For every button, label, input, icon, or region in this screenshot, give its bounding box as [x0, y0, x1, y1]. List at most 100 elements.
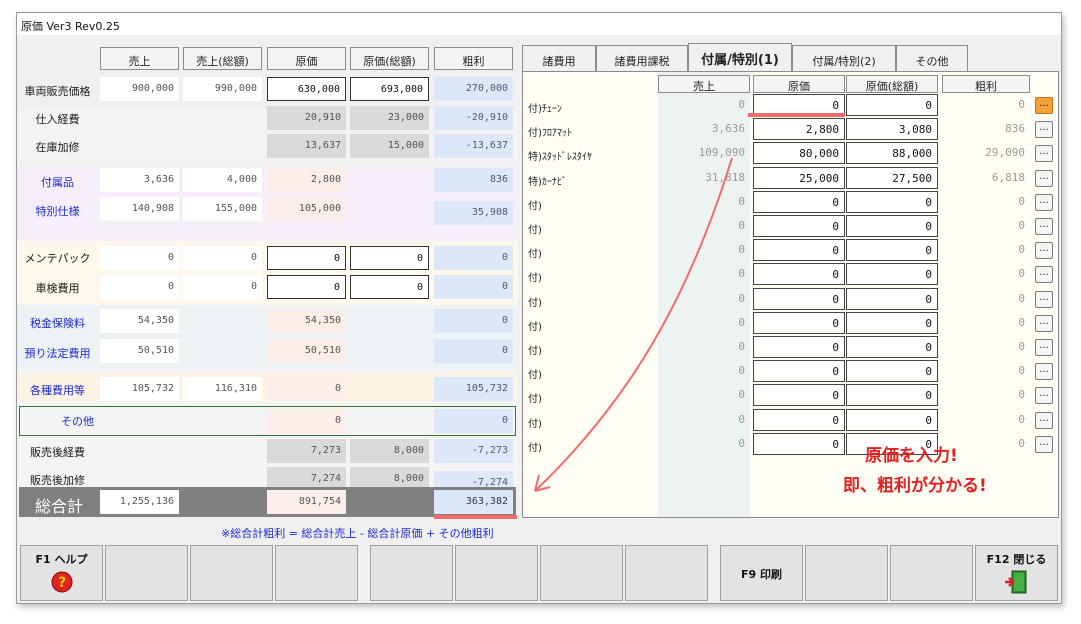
- detail-picker-button[interactable]: ...: [1035, 97, 1053, 114]
- accessories-sales: 3,636: [100, 168, 179, 192]
- cost-input-highlight: [748, 113, 845, 117]
- detail-cost-total-input[interactable]: 0: [846, 312, 938, 334]
- detail-gross-value: 29,090: [985, 146, 1025, 159]
- detail-cost-total-input[interactable]: 3,080: [846, 118, 938, 140]
- detail-cost-total-input[interactable]: 0: [846, 409, 938, 431]
- detail-header-gross: 粗利: [942, 75, 1030, 93]
- fkey-blank-7[interactable]: [540, 545, 623, 601]
- svg-text:?: ?: [57, 575, 65, 591]
- detail-picker-button[interactable]: ...: [1035, 170, 1053, 187]
- fkey-blank-4[interactable]: [275, 545, 358, 601]
- tab-other[interactable]: その他: [896, 45, 968, 71]
- misc-sales-total: 116,310: [183, 377, 262, 401]
- detail-gross-value: 6,818: [991, 171, 1025, 184]
- row-label-other[interactable]: その他: [37, 413, 118, 429]
- detail-picker-button[interactable]: ...: [1035, 412, 1053, 429]
- row-label-statutory[interactable]: 預り法定費用: [17, 345, 98, 361]
- vehicle-cost-input[interactable]: 630,000: [267, 77, 346, 101]
- accessories-gross: 836: [434, 168, 513, 192]
- f12-close-button[interactable]: F12 閉じる: [975, 545, 1058, 601]
- detail-cost-total-input[interactable]: 0: [846, 336, 938, 358]
- fkey-blank-8[interactable]: [625, 545, 708, 601]
- detail-cost-total-input[interactable]: 0: [846, 288, 938, 310]
- f9-print-button[interactable]: F9 印刷: [720, 545, 803, 601]
- tab-fees[interactable]: 諸費用: [522, 45, 596, 71]
- other-gross: 0: [434, 409, 513, 433]
- grand-total-label: 総合計: [35, 497, 84, 516]
- f1-help-button[interactable]: F1 ヘルプ ?: [20, 545, 103, 601]
- detail-gross-value: 0: [1018, 413, 1025, 426]
- statutory-cost: 50,510: [267, 339, 346, 363]
- stock-repair-cost-total: 15,000: [350, 134, 429, 158]
- exit-door-icon: [1004, 570, 1026, 594]
- grand-total-gross: 363,382: [434, 490, 513, 514]
- detail-picker-button[interactable]: ...: [1035, 291, 1053, 308]
- inspection-cost-total-input[interactable]: 0: [350, 275, 429, 299]
- row-label-special-spec[interactable]: 特別仕様: [17, 203, 98, 219]
- detail-picker-button[interactable]: ...: [1035, 387, 1053, 404]
- detail-cost-total-input[interactable]: 0: [846, 239, 938, 261]
- header-sales-total: 売上(総額): [183, 47, 262, 70]
- detail-header-cost-total: 原価(総額): [846, 75, 938, 93]
- f12-label: F12 閉じる: [986, 553, 1047, 566]
- window-title: 原価 Ver3 Rev0.25: [17, 13, 1061, 35]
- tax-sales: 54,350: [100, 309, 179, 333]
- statutory-gross: 0: [434, 339, 513, 363]
- maint-cost-total-input[interactable]: 0: [350, 246, 429, 270]
- header-cost-total: 原価(総額): [350, 47, 429, 70]
- row-label-maintenance-pack: メンテパック: [24, 252, 91, 265]
- row-label-misc-fees[interactable]: 各種費用等: [17, 382, 98, 398]
- tab-accessory-special-1[interactable]: 付属/特別(1): [688, 43, 792, 72]
- detail-cost-total-input[interactable]: 0: [846, 191, 938, 213]
- detail-cost-total-input[interactable]: 0: [846, 94, 938, 116]
- detail-picker-button[interactable]: ...: [1035, 242, 1053, 259]
- detail-gross-value: 0: [1018, 364, 1025, 377]
- detail-picker-button[interactable]: ...: [1035, 339, 1053, 356]
- detail-cost-total-input[interactable]: 0: [846, 263, 938, 285]
- detail-cost-total-input[interactable]: 88,000: [846, 142, 938, 164]
- total-gross-highlight: [434, 515, 517, 519]
- row-label-after-sale-expense: 販売後経費: [30, 446, 85, 459]
- stock-repair-gross: -13,637: [434, 134, 513, 158]
- purchase-expense-cost: 20,910: [267, 106, 346, 130]
- detail-gross-value: 0: [1018, 388, 1025, 401]
- detail-cost-total-input[interactable]: 27,500: [846, 167, 938, 189]
- detail-gross-value: 0: [1018, 98, 1025, 111]
- fkey-blank-3[interactable]: [190, 545, 273, 601]
- detail-picker-button[interactable]: ...: [1035, 218, 1053, 235]
- detail-cost-total-input[interactable]: 0: [846, 360, 938, 382]
- row-label-tax-insurance[interactable]: 税金保険料: [17, 315, 98, 331]
- detail-picker-button[interactable]: ...: [1035, 121, 1053, 138]
- fkey-blank-5[interactable]: [370, 545, 453, 601]
- vehicle-cost-total-input[interactable]: 693,000: [350, 77, 429, 101]
- fkey-blank-10[interactable]: [805, 545, 888, 601]
- tab-accessory-special-2[interactable]: 付属/特別(2): [792, 45, 896, 71]
- maint-sales-total: 0: [183, 246, 262, 270]
- fkey-blank-2[interactable]: [105, 545, 188, 601]
- maint-cost-input[interactable]: 0: [267, 246, 346, 270]
- detail-picker-button[interactable]: ...: [1035, 145, 1053, 162]
- formula-note: ※総合計粗利 = 総合計売上 - 総合計原価 + その他粗利: [221, 527, 494, 540]
- detail-picker-button[interactable]: ...: [1035, 363, 1053, 380]
- special-spec-cost: 105,000: [267, 197, 346, 221]
- function-key-bar: F1 ヘルプ ? F9 印刷 F12 閉じる: [17, 545, 1061, 603]
- detail-picker-button[interactable]: ...: [1035, 436, 1053, 453]
- detail-picker-button[interactable]: ...: [1035, 315, 1053, 332]
- row-label-accessories[interactable]: 付属品: [17, 174, 98, 190]
- purchase-expense-cost-total: 23,000: [350, 106, 429, 130]
- inspection-cost-input[interactable]: 0: [267, 275, 346, 299]
- detail-picker-button[interactable]: ...: [1035, 266, 1053, 283]
- detail-cost-total-input[interactable]: 0: [846, 215, 938, 237]
- detail-picker-button[interactable]: ...: [1035, 194, 1053, 211]
- detail-cost-total-input[interactable]: 0: [846, 384, 938, 406]
- accessories-cost: 2,800: [267, 168, 346, 192]
- tab-fees-taxable[interactable]: 諸費用課税: [596, 45, 688, 71]
- row-label-vehicle-price: 車両販売価格: [24, 85, 91, 98]
- special-spec-sales-total: 155,000: [183, 197, 262, 221]
- detail-header-sales: 売上: [658, 75, 750, 93]
- cost-window: 原価 Ver3 Rev0.25 売上 売上(総額) 原価 原価(総額) 粗利 車…: [16, 12, 1062, 604]
- header-gross: 粗利: [434, 47, 513, 70]
- fkey-blank-6[interactable]: [455, 545, 538, 601]
- fkey-blank-11[interactable]: [890, 545, 973, 601]
- detail-gross-value: 0: [1018, 267, 1025, 280]
